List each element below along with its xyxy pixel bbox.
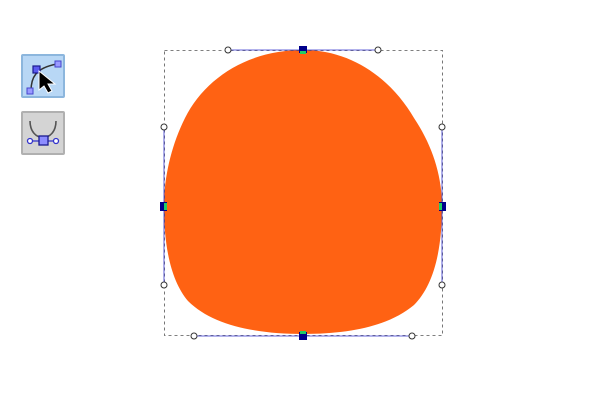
handle-point-left-top	[160, 123, 168, 131]
orange-blob-shape[interactable]	[164, 50, 442, 334]
editor-stage	[0, 0, 600, 400]
node-right	[439, 202, 446, 211]
handle-point-right-top	[438, 123, 446, 131]
handle-point-right-bottom	[438, 281, 446, 289]
node-top	[299, 46, 307, 54]
drawing-canvas[interactable]	[0, 0, 600, 400]
node-bottom	[299, 331, 307, 340]
node-left	[160, 202, 167, 211]
handle-point-left-bottom	[160, 281, 168, 289]
handle-point-top-left	[224, 46, 232, 54]
handle-point-top-right	[374, 46, 382, 54]
handle-point-bottom-left	[190, 332, 198, 340]
handle-point-bottom-right	[408, 332, 416, 340]
